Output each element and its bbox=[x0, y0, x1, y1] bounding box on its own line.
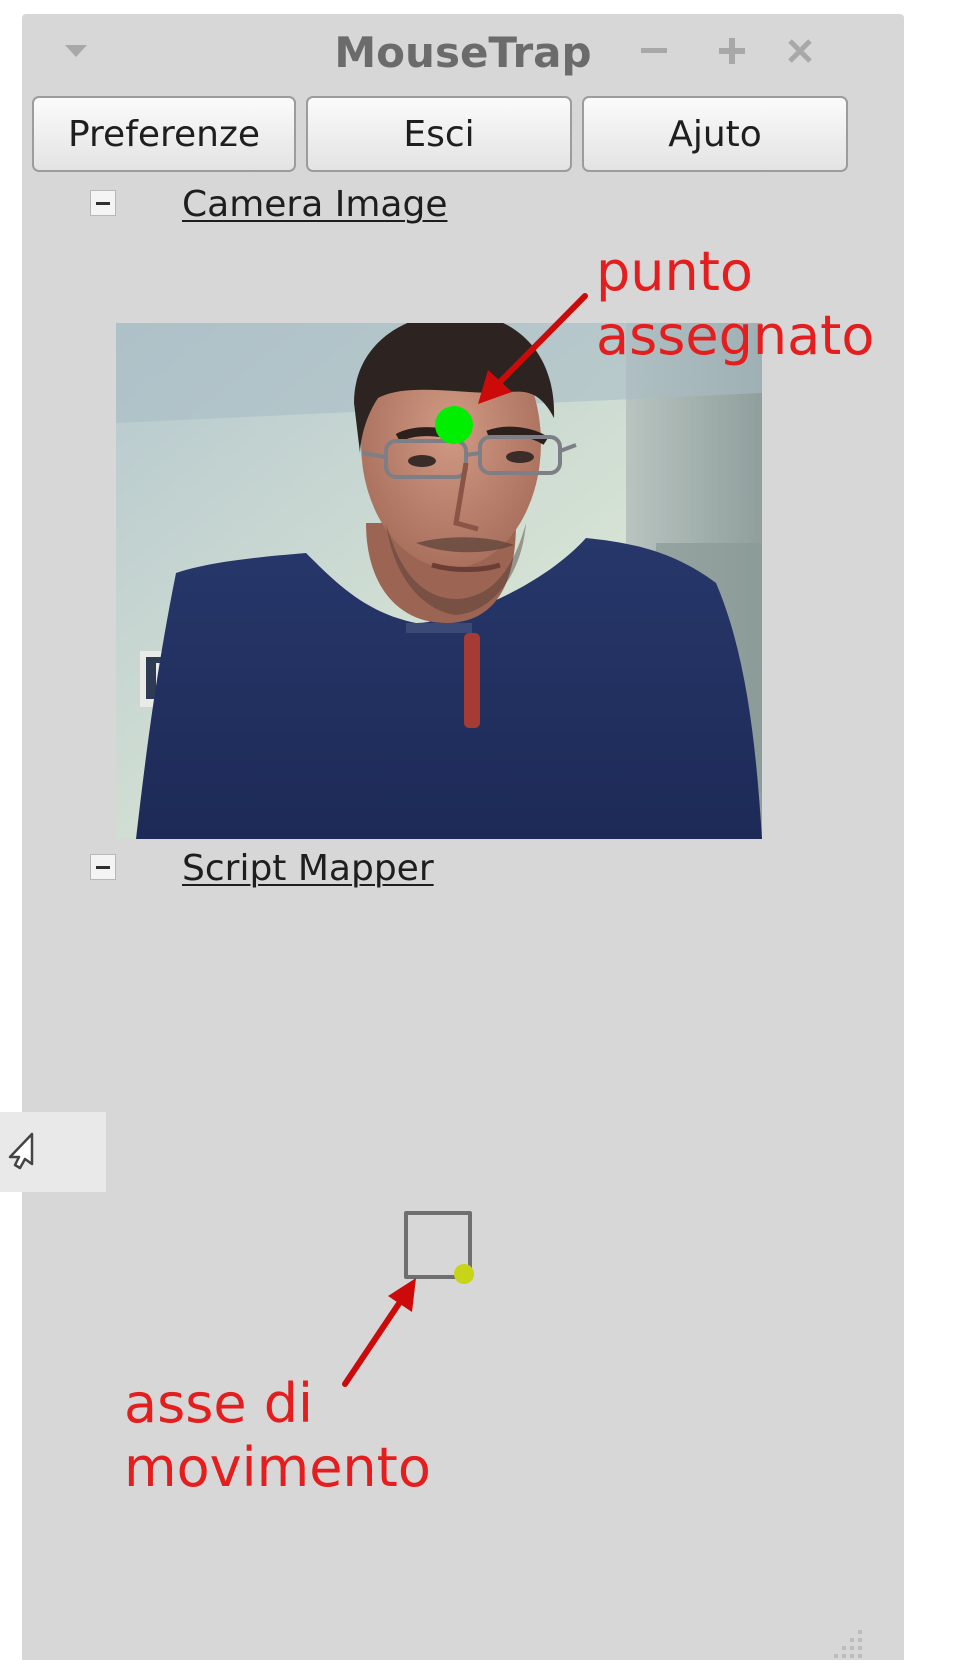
exit-button-label: Esci bbox=[403, 113, 475, 155]
camera-collapse-toggle[interactable] bbox=[90, 190, 116, 216]
preferences-button-label: Preferenze bbox=[67, 113, 261, 155]
window-title: MouseTrap bbox=[334, 28, 592, 77]
resize-grip[interactable] bbox=[830, 1626, 866, 1662]
exit-button[interactable]: Esci bbox=[306, 96, 572, 172]
annotation-axis-line2: movimento bbox=[124, 1436, 431, 1499]
script-mapper-section-label[interactable]: Script Mapper bbox=[182, 848, 434, 889]
camera-section-label[interactable]: Camera Image bbox=[182, 184, 447, 225]
side-panel-tab[interactable] bbox=[0, 1112, 106, 1192]
resize-grip-icon bbox=[834, 1630, 862, 1658]
minus-icon bbox=[96, 201, 110, 205]
annotation-point-line2: assegnato bbox=[596, 304, 875, 367]
script-mapper-collapse-toggle[interactable] bbox=[90, 854, 116, 880]
help-button-label: Ajuto bbox=[668, 113, 762, 155]
minimize-icon bbox=[641, 48, 667, 53]
tracking-point bbox=[435, 406, 473, 444]
close-icon bbox=[788, 39, 812, 63]
preferences-button[interactable]: Preferenze bbox=[32, 96, 296, 172]
annotation-point-line1: punto bbox=[596, 240, 753, 303]
close-button[interactable] bbox=[780, 28, 820, 74]
minus-icon bbox=[96, 865, 110, 869]
maximize-button[interactable] bbox=[712, 28, 752, 74]
movement-position-dot bbox=[454, 1264, 474, 1284]
plus-icon bbox=[719, 38, 745, 64]
annotation-axis-line1: asse di bbox=[124, 1372, 314, 1435]
help-button[interactable]: Ajuto bbox=[582, 96, 848, 172]
camera-image bbox=[116, 323, 762, 839]
minimize-button[interactable] bbox=[634, 28, 674, 74]
title-bar[interactable]: MouseTrap bbox=[22, 14, 904, 92]
cursor-icon bbox=[8, 1132, 34, 1170]
